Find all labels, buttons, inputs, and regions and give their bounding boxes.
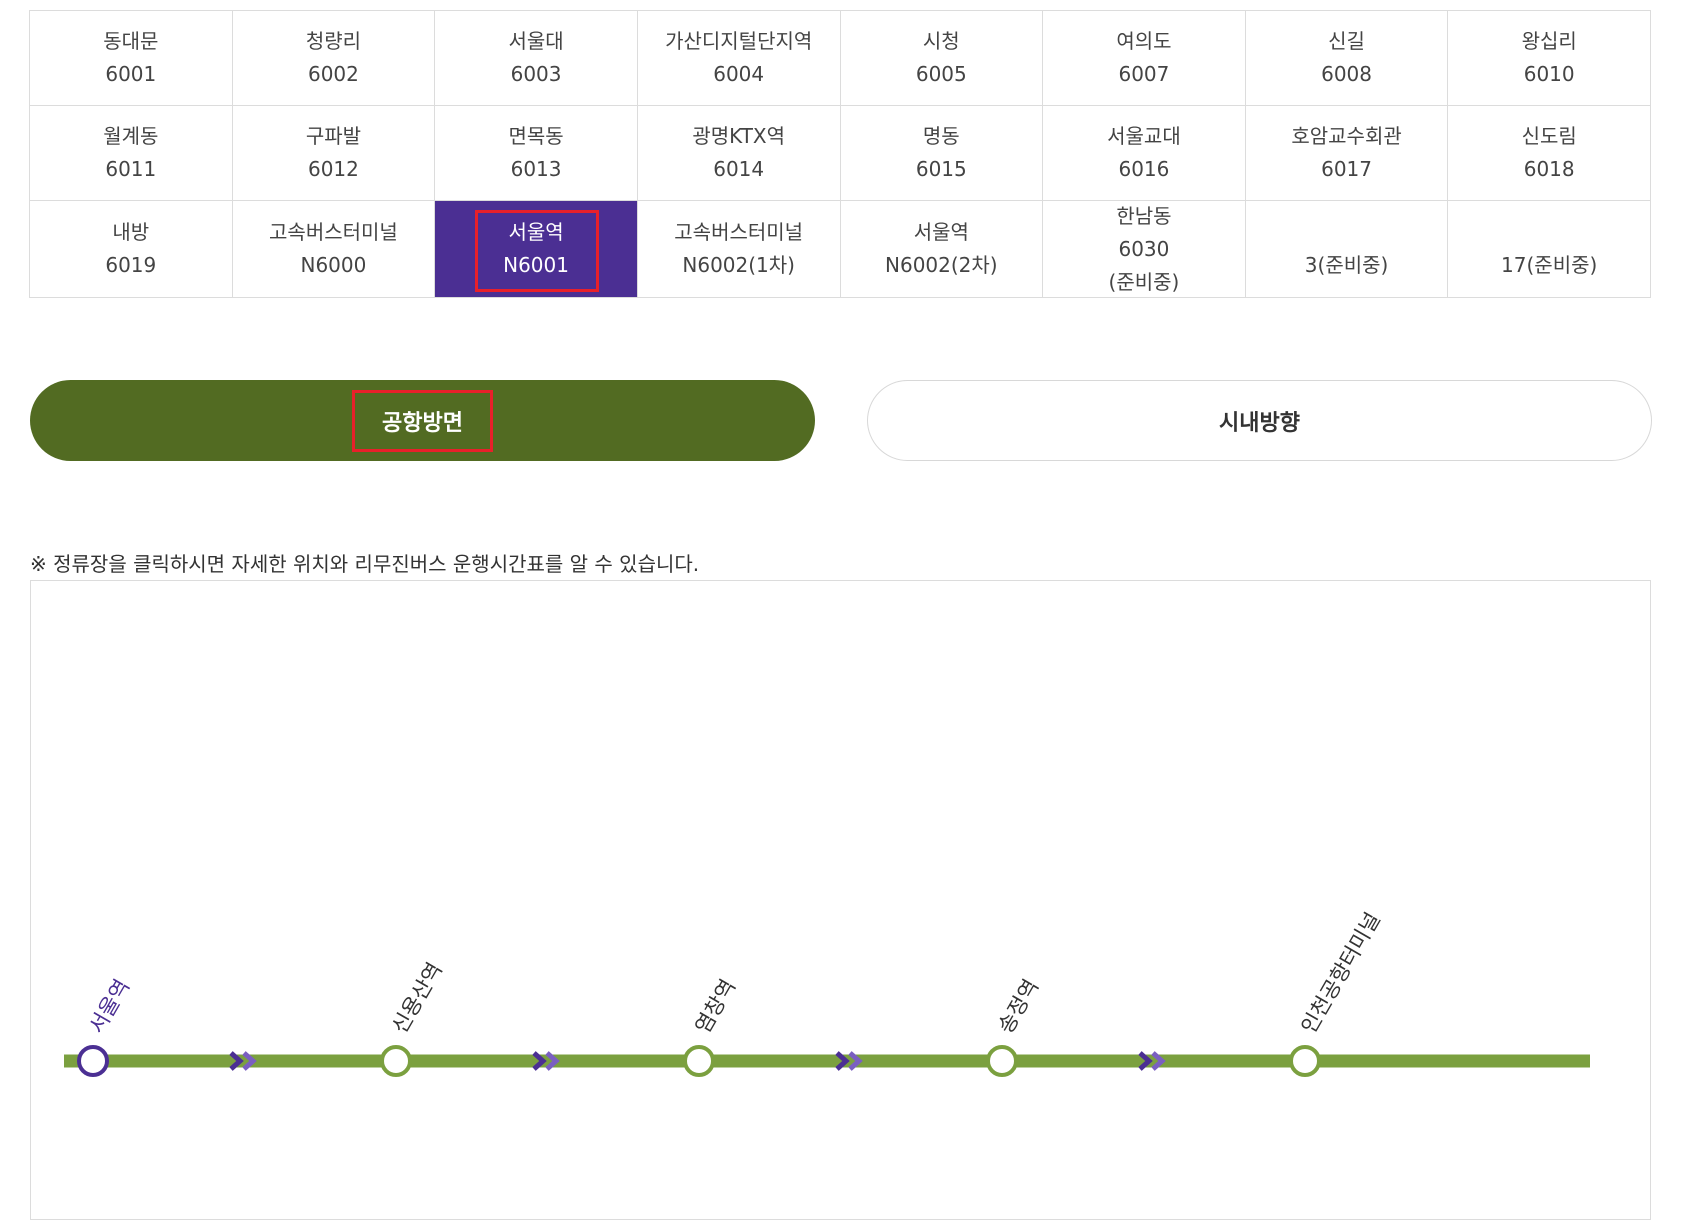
route-name: 청량리 xyxy=(305,29,362,53)
city-direction-button[interactable]: 시내방향 xyxy=(867,380,1652,461)
route-code: 6004 xyxy=(713,62,765,86)
route-name: 광명KTX역 xyxy=(692,124,786,148)
route-code: 6003 xyxy=(510,62,562,86)
page-root: 동대문 6001 청량리 6002 서울대 6003 가산디지털단지역 6004 시청 6005 여… xyxy=(0,0,1689,1220)
route-name: 고속버스터미널 xyxy=(269,220,398,244)
route-code: N6000 xyxy=(300,253,367,277)
route-cell[interactable]: 월계동 6011 xyxy=(30,106,233,201)
route-code: 6010 xyxy=(1523,62,1575,86)
route-code: 6001 xyxy=(105,62,157,86)
route-cell[interactable]: 한남동 6030 (준비중) xyxy=(1043,201,1246,298)
airport-direction-label-wrap: 공항방면 xyxy=(352,389,493,452)
route-code: 6015 xyxy=(915,157,967,181)
route-cell[interactable]: 여의도 6007 xyxy=(1043,11,1246,106)
route-name: 서울교대 xyxy=(1107,124,1181,148)
route-cell[interactable]: 고속버스터미널 N6000 xyxy=(232,201,436,298)
route-cell[interactable]: .3(준비중) xyxy=(1245,201,1449,298)
route-grid: 동대문 6001 청량리 6002 서울대 6003 가산디지털단지역 6004 시청 6005 여… xyxy=(29,10,1651,298)
route-code: N6001 xyxy=(503,253,569,277)
stop-name[interactable]: 송정역 xyxy=(994,975,1044,1037)
route-name: 시청 xyxy=(922,29,960,53)
route-cell[interactable]: 청량리 6002 xyxy=(232,11,436,106)
route-cell[interactable]: 구파발 6012 xyxy=(232,106,436,201)
route-code: 6005 xyxy=(915,62,967,86)
stop-marker[interactable] xyxy=(77,1045,109,1077)
route-code: 6011 xyxy=(105,157,157,181)
route-code: N6002(2차) xyxy=(885,253,998,277)
route-code: 6007 xyxy=(1118,62,1170,86)
stop-marker[interactable] xyxy=(683,1045,715,1077)
route-name: 구파발 xyxy=(305,124,362,148)
city-direction-label: 시내방향 xyxy=(1219,410,1300,436)
route-name: 가산디지털단지역 xyxy=(665,29,813,53)
route-cell[interactable]: 고속버스터미널 N6002(1차) xyxy=(637,201,841,298)
route-cell[interactable]: 광명KTX역 6014 xyxy=(637,106,841,201)
route-cell[interactable]: 호암교수회관 6017 xyxy=(1245,106,1449,201)
route-cell[interactable]: 서울교대 6016 xyxy=(1043,106,1246,201)
route-code: 6002 xyxy=(307,62,359,86)
route-cell[interactable]: 면목동 6013 xyxy=(435,106,638,201)
route-status: (준비중) xyxy=(1108,269,1180,294)
route-cell[interactable]: .17(준비중) xyxy=(1448,201,1651,298)
stop-marker[interactable] xyxy=(986,1045,1018,1077)
route-code: 6017 xyxy=(1321,157,1373,181)
route-name: 한남동 xyxy=(1116,203,1172,228)
route-code: 6014 xyxy=(713,157,765,181)
route-name: 명동 xyxy=(922,124,960,148)
route-name: 신도림 xyxy=(1521,124,1577,148)
route-cell[interactable]: 서울대 6003 xyxy=(435,11,638,106)
route-name: 신길 xyxy=(1328,29,1365,53)
route-cell[interactable]: 가산디지털단지역 6004 xyxy=(637,11,841,106)
stop-name[interactable]: 신용산역 xyxy=(388,959,447,1038)
route-cell[interactable]: 동대문 6001 xyxy=(30,11,233,106)
stop-marker[interactable] xyxy=(380,1045,412,1077)
airport-direction-button[interactable]: 공항방면 xyxy=(30,380,815,461)
route-cell[interactable]: 서울역 N6002(2차) xyxy=(840,201,1044,298)
stop-name[interactable]: 서울역 xyxy=(85,975,135,1037)
route-code: 6012 xyxy=(307,157,359,181)
route-map-svg: 서울역 신용산역 염창역 송정역 인천공항터미널 xyxy=(64,908,1590,1077)
route-name: 여의도 xyxy=(1116,29,1172,53)
route-name: 서울대 xyxy=(508,29,564,53)
route-cell[interactable]: 신도림 6018 xyxy=(1448,106,1651,201)
route-code: 6013 xyxy=(510,157,562,181)
route-code: 6030 xyxy=(1118,236,1170,261)
stop-click-notice: ※ 정류장을 클릭하시면 자세한 위치와 리무진버스 운행시간표를 알 수 있습… xyxy=(30,552,700,576)
route-cell[interactable]: 서울역 N6001 xyxy=(435,201,638,298)
stop-name[interactable]: 염창역 xyxy=(691,975,741,1037)
route-cell[interactable]: 신길 6008 xyxy=(1245,11,1449,106)
route-name: 동대문 xyxy=(103,29,159,53)
route-code: 6008 xyxy=(1321,62,1373,86)
stop-name[interactable]: 인천공항터미널 xyxy=(1297,908,1385,1037)
route-name: 호암교수회관 xyxy=(1291,124,1402,148)
route-name: 월계동 xyxy=(103,124,159,148)
route-name: 왕십리 xyxy=(1521,29,1577,53)
route-name: 면목동 xyxy=(508,124,564,148)
route-cell[interactable]: 명동 6015 xyxy=(840,106,1044,201)
route-code: 3(준비중) xyxy=(1304,253,1389,277)
route-name: 서울역 xyxy=(913,220,969,244)
route-code: 6018 xyxy=(1523,157,1575,181)
route-cell[interactable]: 내방 6019 xyxy=(30,201,233,298)
route-map-panel: 서울역 신용산역 염창역 송정역 인천공항터미널 xyxy=(30,580,1651,1220)
route-name: 서울역 xyxy=(508,220,564,244)
route-code: 6016 xyxy=(1118,157,1170,181)
route-code: 17(준비중) xyxy=(1501,253,1598,277)
route-code: N6002(1차) xyxy=(682,253,795,277)
route-code: 6019 xyxy=(105,253,157,277)
stop-marker[interactable] xyxy=(1289,1045,1321,1077)
route-name: 내방 xyxy=(112,220,150,244)
route-name: 고속버스터미널 xyxy=(674,220,804,244)
airport-direction-label: 공항방면 xyxy=(382,410,463,436)
route-cell[interactable]: 시청 6005 xyxy=(840,11,1044,106)
route-cell[interactable]: 왕십리 6010 xyxy=(1448,11,1651,106)
